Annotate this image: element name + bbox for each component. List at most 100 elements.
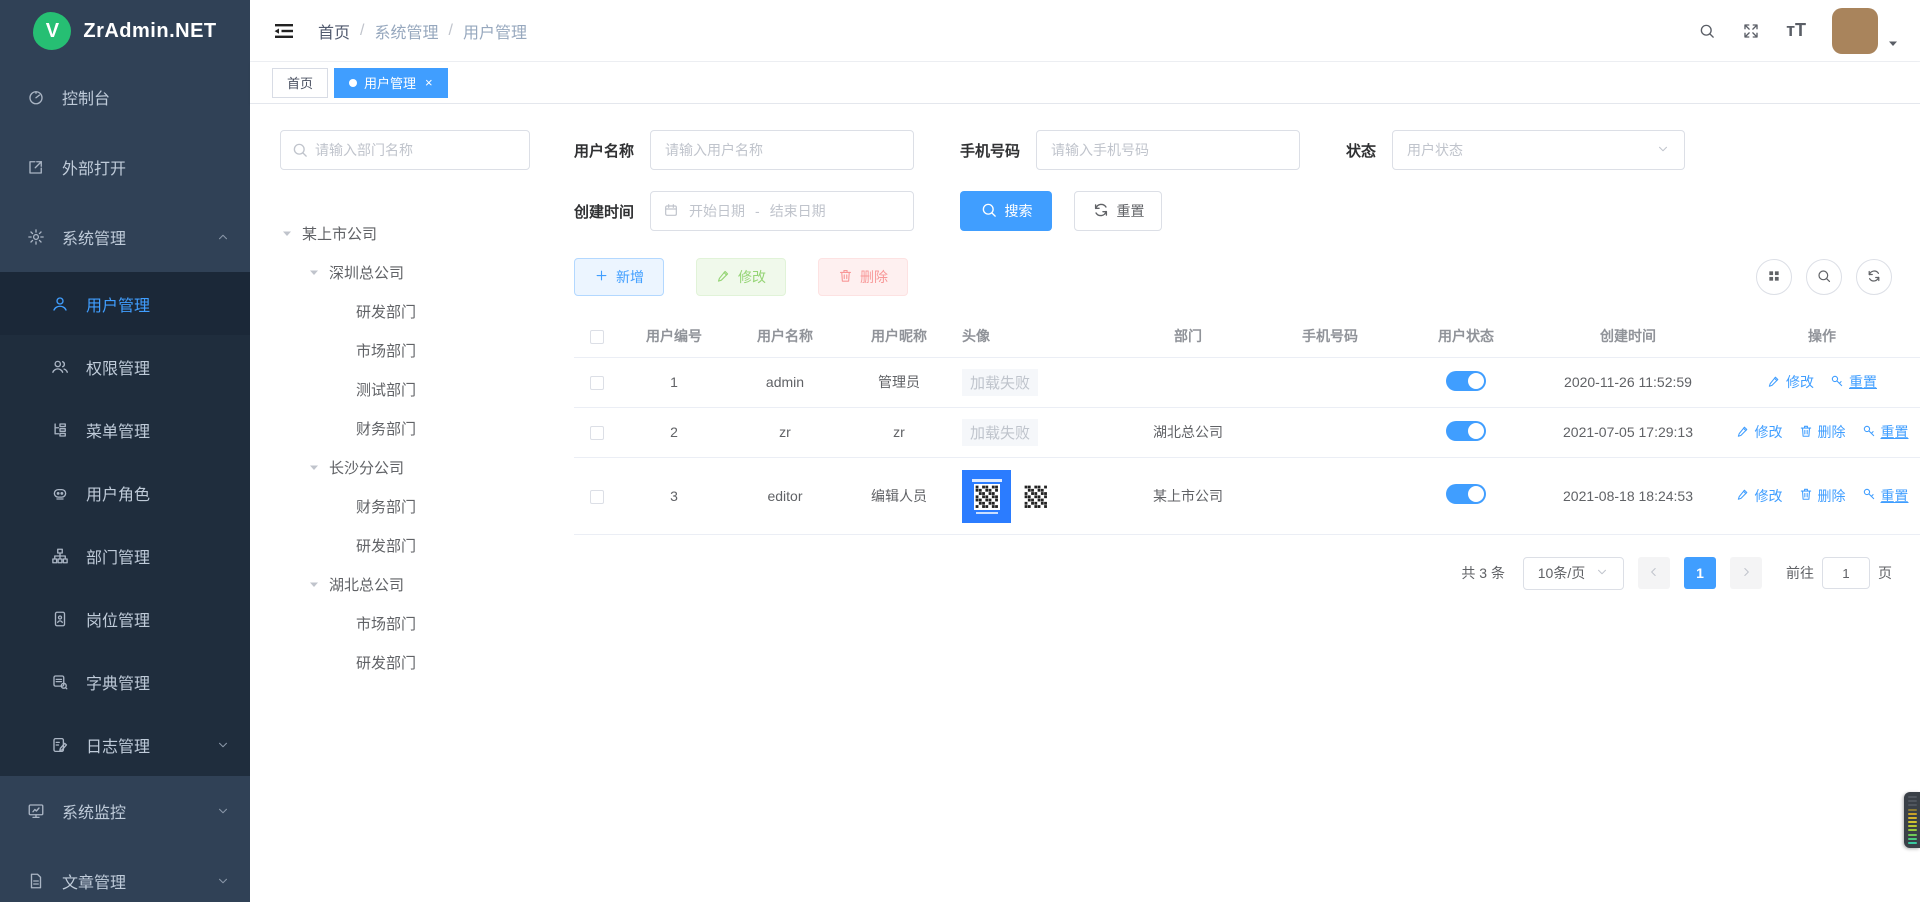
sidebar-item-menu-mgmt[interactable]: 菜单管理 — [0, 398, 250, 461]
active-tab-dot — [349, 79, 357, 87]
tree-node[interactable]: 研发部门 — [280, 292, 530, 331]
app-logo[interactable]: V ZrAdmin.NET — [0, 0, 250, 62]
row-edit-label: 修改 — [1755, 422, 1783, 442]
tab-label: 首页 — [287, 73, 313, 92]
tree-node-label: 市场部门 — [356, 613, 416, 634]
sidebar-item-monitor[interactable]: 系统监控 — [0, 776, 250, 846]
delete-button[interactable]: 删除 — [818, 258, 908, 296]
sidebar-collapse-icon[interactable] — [272, 19, 296, 43]
table-header-row: 用户编号用户名称用户昵称头像部门手机号码用户状态创建时间操作 — [574, 315, 1920, 357]
tree-node[interactable]: 某上市公司 — [280, 214, 530, 253]
tree-node[interactable]: 财务部门 — [280, 487, 530, 526]
tree-node[interactable]: 长沙分公司 — [280, 448, 530, 487]
monitor-icon — [26, 802, 46, 820]
tree-node[interactable]: 研发部门 — [280, 526, 530, 565]
fullscreen-icon[interactable] — [1742, 22, 1760, 40]
sidebar-item-user-role[interactable]: 用户角色 — [0, 461, 250, 524]
tree-node-label: 研发部门 — [356, 301, 416, 322]
cell-created: 2021-07-05 17:29:13 — [1534, 407, 1722, 457]
row-edit-link[interactable]: 修改 — [1736, 422, 1783, 442]
status-toggle[interactable] — [1446, 371, 1486, 391]
cell-user-id: 1 — [620, 357, 728, 407]
menu-tree-icon — [50, 421, 70, 439]
row-edit-link[interactable]: 修改 — [1736, 486, 1783, 506]
row-reset-link[interactable]: 重置 — [1862, 486, 1909, 506]
dept-search-input[interactable] — [280, 130, 530, 170]
prev-page-button[interactable] — [1638, 557, 1670, 589]
sidebar-item-dept-mgmt[interactable]: 部门管理 — [0, 524, 250, 587]
row-checkbox[interactable] — [590, 490, 604, 504]
cell-dept: 湖北总公司 — [1114, 407, 1262, 457]
tree-node[interactable]: 财务部门 — [280, 409, 530, 448]
breadcrumb-home[interactable]: 首页 — [318, 19, 350, 43]
tree-node[interactable]: 市场部门 — [280, 604, 530, 643]
tab-home[interactable]: 首页 — [272, 68, 328, 98]
status-toggle[interactable] — [1446, 421, 1486, 441]
row-reset-link[interactable]: 重置 — [1830, 372, 1877, 392]
next-page-button[interactable] — [1730, 557, 1762, 589]
tree-node-label: 长沙分公司 — [329, 457, 404, 478]
calendar-icon — [663, 202, 679, 221]
search-icon — [291, 141, 309, 162]
tab-current[interactable]: 用户管理× — [334, 68, 448, 98]
font-size-icon[interactable]: тT — [1786, 20, 1806, 41]
breadcrumb-separator: / — [448, 22, 452, 40]
sidebar-item-dashboard[interactable]: 控制台 — [0, 62, 250, 132]
sidebar-item-system[interactable]: 系统管理 — [0, 202, 250, 272]
refresh-table-button[interactable] — [1856, 259, 1892, 295]
page-number-1[interactable]: 1 — [1684, 557, 1716, 589]
row-edit-link[interactable]: 修改 — [1767, 372, 1814, 392]
sidebar-item-log-mgmt[interactable]: 日志管理 — [0, 713, 250, 776]
row-delete-label: 删除 — [1818, 422, 1846, 442]
reset-button-label: 重置 — [1117, 201, 1145, 221]
row-checkbox[interactable] — [590, 426, 604, 440]
sidebar-item-external[interactable]: 外部打开 — [0, 132, 250, 202]
row-delete-link[interactable]: 删除 — [1799, 486, 1846, 506]
refresh-icon — [1866, 268, 1882, 287]
row-delete-link[interactable]: 删除 — [1799, 422, 1846, 442]
show-search-button[interactable] — [1806, 259, 1842, 295]
sidebar-item-user-mgmt[interactable]: 用户管理 — [0, 272, 250, 335]
cell-created: 2021-08-18 18:24:53 — [1534, 457, 1722, 534]
sidebar-item-perm-mgmt[interactable]: 权限管理 — [0, 335, 250, 398]
column-header: 操作 — [1722, 315, 1920, 357]
page-size-select[interactable]: 10条/页 — [1523, 557, 1624, 590]
tree-node[interactable]: 湖北总公司 — [280, 565, 530, 604]
user-avatar[interactable] — [1832, 8, 1878, 54]
tree-node-label: 某上市公司 — [302, 223, 377, 244]
avatar-caret-down-icon[interactable] — [1888, 36, 1898, 52]
caret-down-icon — [307, 580, 321, 590]
reset-button[interactable]: 重置 — [1074, 191, 1162, 231]
close-icon[interactable]: × — [425, 75, 433, 90]
sidebar-item-post-mgmt[interactable]: 岗位管理 — [0, 587, 250, 650]
edit-button[interactable]: 修改 — [696, 258, 786, 296]
tree-node[interactable]: 测试部门 — [280, 370, 530, 409]
cell-status — [1398, 357, 1534, 407]
external-link-icon — [26, 158, 46, 176]
goto-page-input[interactable] — [1822, 557, 1870, 589]
tree-node[interactable]: 市场部门 — [280, 331, 530, 370]
sidebar-nav: 控制台 外部打开 系统管理 用户管理 权限管理 菜单管理 用户角色 部门管理 岗… — [0, 62, 250, 902]
select-all-checkbox[interactable] — [590, 330, 604, 344]
sidebar-item-dict-mgmt[interactable]: 字典管理 — [0, 650, 250, 713]
column-toggle-button[interactable] — [1756, 259, 1792, 295]
search-button[interactable]: 搜索 — [960, 191, 1052, 231]
row-checkbox[interactable] — [590, 376, 604, 390]
phone-input[interactable] — [1036, 130, 1300, 170]
tree-node[interactable]: 研发部门 — [280, 643, 530, 682]
status-toggle[interactable] — [1446, 484, 1486, 504]
sidebar-item-article[interactable]: 文章管理 — [0, 846, 250, 902]
cell-phone — [1262, 407, 1398, 457]
book-icon — [50, 673, 70, 691]
search-icon[interactable] — [1698, 22, 1716, 40]
cell-avatar: 加载失败 — [956, 357, 1114, 407]
date-range-picker[interactable]: 开始日期 - 结束日期 — [650, 191, 914, 231]
column-header: 部门 — [1114, 315, 1262, 357]
select-all-checkbox-cell — [574, 315, 620, 357]
row-reset-link[interactable]: 重置 — [1862, 422, 1909, 442]
row-checkbox-cell — [574, 407, 620, 457]
status-select[interactable]: 用户状态 — [1392, 130, 1685, 170]
add-button[interactable]: 新增 — [574, 258, 664, 296]
tree-node[interactable]: 深圳总公司 — [280, 253, 530, 292]
username-input[interactable] — [650, 130, 914, 170]
